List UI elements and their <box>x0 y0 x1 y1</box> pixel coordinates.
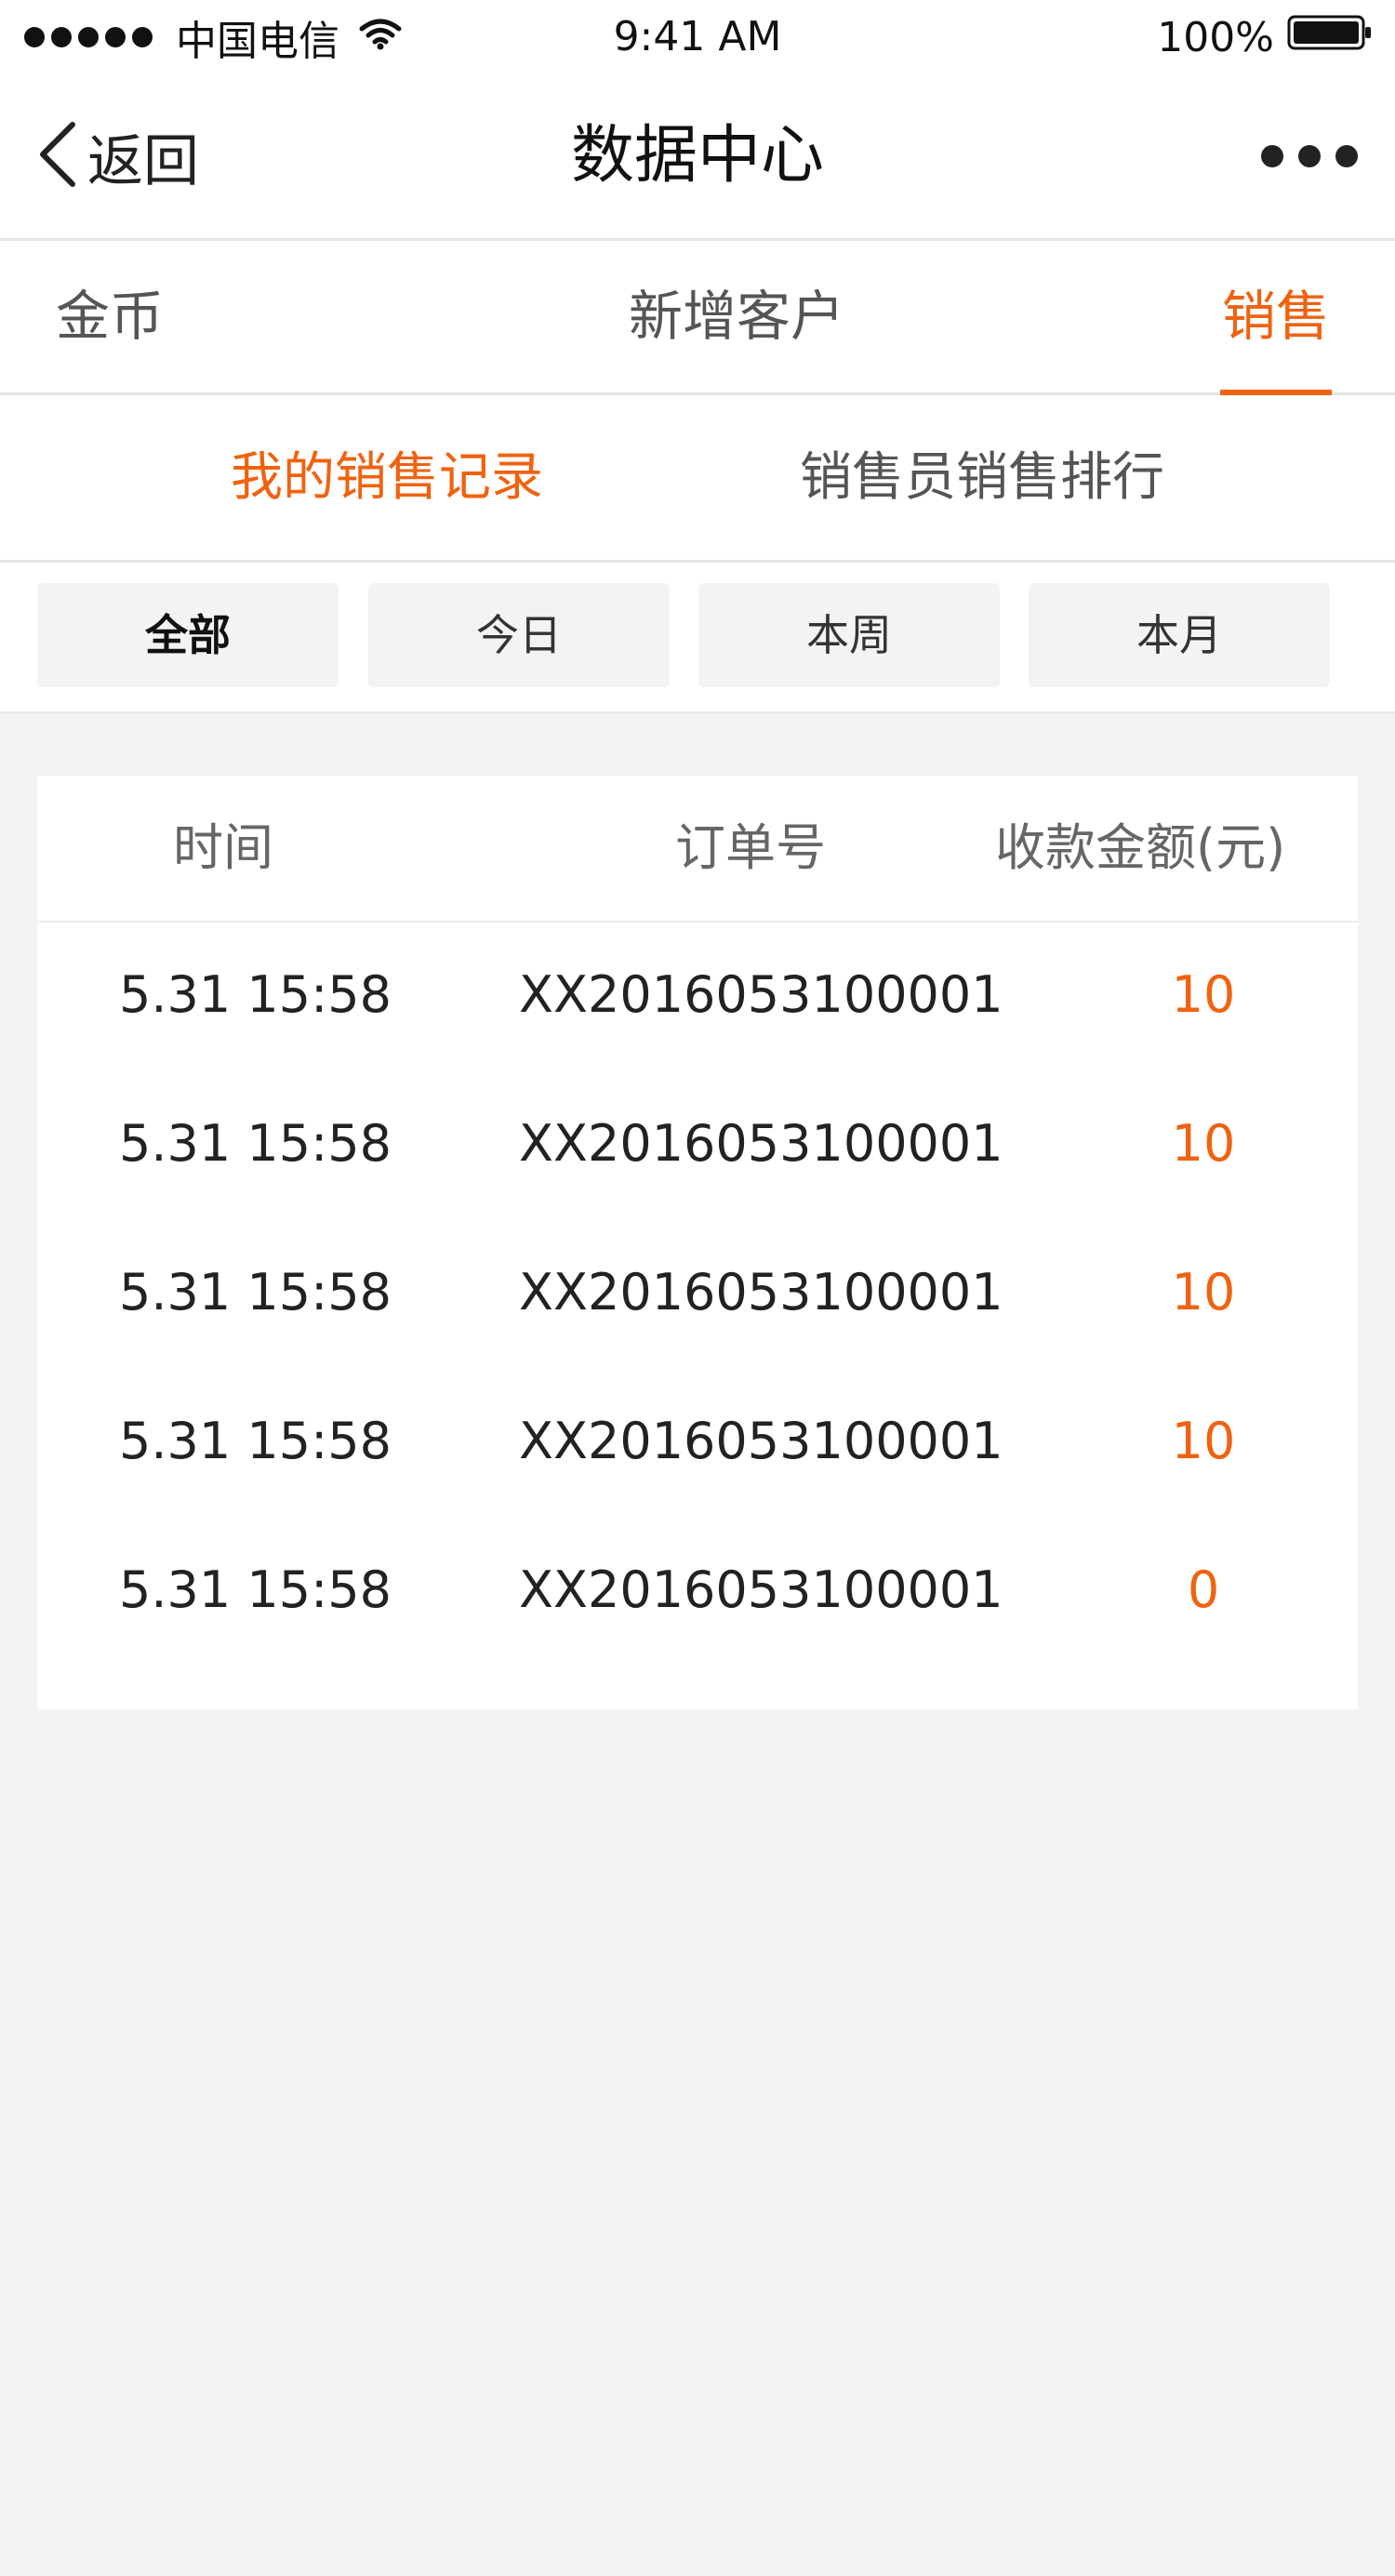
table-row[interactable]: 5.31 15:58 XX2016053100001 10 <box>37 1069 1358 1218</box>
filter-all-button[interactable]: 全部 <box>37 583 339 687</box>
table-row[interactable]: 5.31 15:58 XX2016053100001 0 <box>37 1516 1358 1665</box>
sub-tabs: 我的销售记录 销售员销售排行 <box>0 395 1395 563</box>
sales-records-table: 时间 订单号 收款金额(元) 5.31 15:58 XX201605310000… <box>37 776 1358 1709</box>
tab-label: 金币 <box>56 285 165 348</box>
more-dot <box>1335 145 1358 167</box>
filter-bar: 全部 今日 本周 本月 <box>0 563 1395 714</box>
filter-today-button[interactable]: 今日 <box>368 583 670 687</box>
cell-amount: 0 <box>1187 1560 1220 1619</box>
cell-order-number: XX2016053100001 <box>519 1263 1003 1321</box>
battery-percentage: 100% <box>1157 13 1274 61</box>
filter-this-month-button[interactable]: 本月 <box>1029 583 1330 687</box>
navigation-bar: 返回 数据中心 <box>0 74 1395 241</box>
tab-my-sales-records[interactable]: 我的销售记录 <box>231 395 543 560</box>
status-right: 100% <box>1157 11 1373 63</box>
tab-label: 新增客户 <box>629 285 845 348</box>
tab-new-customers[interactable]: 新增客户 <box>629 241 844 392</box>
column-header-time: 时间 <box>173 818 273 877</box>
tab-gold-coins[interactable]: 金币 <box>56 241 164 392</box>
cell-time: 5.31 15:58 <box>119 1412 392 1470</box>
cell-order-number: XX2016053100001 <box>519 1412 1003 1470</box>
page-title: 数据中心 <box>570 119 824 193</box>
table-row[interactable]: 5.31 15:58 XX2016053100001 10 <box>37 921 1358 1069</box>
more-dot <box>1261 145 1283 167</box>
filter-this-week-button[interactable]: 本周 <box>698 583 1000 687</box>
status-bar: 中国电信 9:41 AM 100% <box>0 0 1395 74</box>
battery-icon <box>1287 14 1373 61</box>
cell-time: 5.31 15:58 <box>119 1263 392 1321</box>
cell-time: 5.31 15:58 <box>119 965 392 1024</box>
tab-salesperson-ranking[interactable]: 销售员销售排行 <box>800 395 1164 560</box>
more-dot <box>1298 145 1321 167</box>
table-row[interactable]: 5.31 15:58 XX2016053100001 10 <box>37 1367 1358 1516</box>
table-row[interactable]: 5.31 15:58 XX2016053100001 10 <box>37 1218 1358 1367</box>
column-header-order-number: 订单号 <box>675 818 826 877</box>
tab-label: 销售 <box>1221 285 1330 348</box>
tab-label: 我的销售记录 <box>231 447 543 508</box>
cell-amount: 10 <box>1171 1114 1236 1173</box>
cell-time: 5.31 15:58 <box>119 1560 392 1619</box>
table-header: 时间 订单号 收款金额(元) <box>37 776 1358 923</box>
tab-sales[interactable]: 销售 <box>1220 241 1332 395</box>
cell-amount: 10 <box>1171 1412 1236 1470</box>
cell-order-number: XX2016053100001 <box>519 1114 1003 1173</box>
column-header-amount: 收款金额(元) <box>995 818 1286 877</box>
main-tabs: 金币 新增客户 销售 <box>0 241 1395 395</box>
cell-time: 5.31 15:58 <box>119 1114 392 1173</box>
cell-order-number: XX2016053100001 <box>519 965 1003 1024</box>
cell-amount: 10 <box>1171 965 1236 1024</box>
more-button[interactable] <box>1246 130 1358 182</box>
cell-order-number: XX2016053100001 <box>519 1560 1003 1619</box>
cell-amount: 10 <box>1171 1263 1236 1321</box>
tab-label: 销售员销售排行 <box>800 447 1164 508</box>
